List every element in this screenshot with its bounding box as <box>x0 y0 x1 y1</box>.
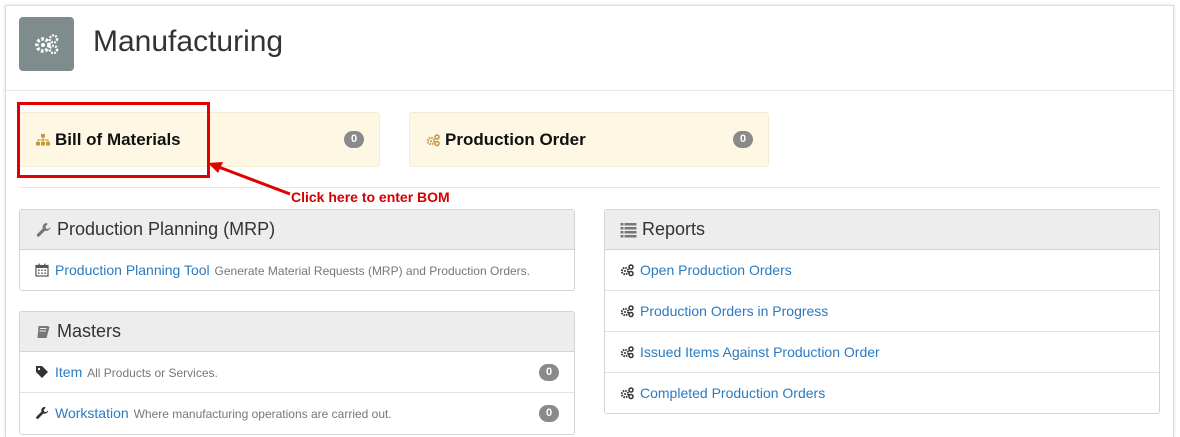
production-planning-tool-link[interactable]: Production Planning Tool <box>55 262 210 278</box>
panel-reports: Reports Open Production Orders Productio… <box>604 209 1160 414</box>
tag-icon <box>36 366 48 378</box>
gears-icon <box>426 134 440 147</box>
list-item: Production Planning Tool Generate Materi… <box>20 250 574 291</box>
gears-icon <box>620 305 634 318</box>
highlight-box <box>17 102 210 178</box>
report-link-production-orders-in-progress[interactable]: Production Orders in Progress <box>640 303 828 319</box>
panel-header: Production Planning (MRP) <box>20 210 574 250</box>
item-link[interactable]: Item <box>55 364 82 380</box>
panel-title: Masters <box>57 321 122 341</box>
module-icon-box <box>19 17 74 71</box>
gears-icon <box>620 387 634 400</box>
annotation-arrow-icon <box>208 162 291 196</box>
calendar-icon <box>35 263 49 277</box>
shortcut-label: Production Order <box>445 130 586 149</box>
manufacturing-page: Manufacturing Bill of Materials 0 Produc… <box>5 5 1174 437</box>
gears-icon <box>34 34 58 55</box>
panel-title: Reports <box>642 219 706 239</box>
list-item: Item All Products or Services. 0 <box>20 352 574 393</box>
list-item: Workstation Where manufacturing operatio… <box>20 393 574 434</box>
report-link-completed-production-orders[interactable]: Completed Production Orders <box>640 385 825 401</box>
panel-header: Reports <box>605 210 1159 250</box>
list-item: Issued Items Against Production Order <box>605 332 1159 373</box>
wrench-icon <box>36 406 49 419</box>
page-title: Manufacturing <box>93 25 284 58</box>
page-header: Manufacturing <box>6 6 1173 91</box>
section-divider <box>20 187 1160 188</box>
item-description: Generate Material Requests (MRP) and Pro… <box>214 264 530 278</box>
workstation-link[interactable]: Workstation <box>55 405 129 421</box>
gears-icon <box>620 264 634 277</box>
wrench-icon <box>36 223 51 237</box>
list-icon <box>620 223 637 238</box>
annotation-text: Click here to enter BOM <box>291 189 450 205</box>
book-icon <box>37 326 50 338</box>
item-description: Where manufacturing operations are carri… <box>133 407 392 421</box>
shortcut-production-order[interactable]: Production Order 0 <box>409 112 769 167</box>
list-item: Completed Production Orders <box>605 373 1159 414</box>
panel-title: Production Planning (MRP) <box>57 219 276 239</box>
count-badge: 0 <box>344 131 364 148</box>
count-badge: 0 <box>539 405 559 422</box>
count-badge: 0 <box>733 131 753 148</box>
panel-masters: Masters Item All Products or Services. 0… <box>19 311 575 435</box>
panel-production-planning: Production Planning (MRP) Production Pla… <box>19 209 575 291</box>
item-description: All Products or Services. <box>87 366 218 380</box>
count-badge: 0 <box>539 364 559 381</box>
report-link-issued-items[interactable]: Issued Items Against Production Order <box>640 344 880 360</box>
list-item: Production Orders in Progress <box>605 291 1159 332</box>
gears-icon <box>620 346 634 359</box>
panel-header: Masters <box>20 312 574 352</box>
list-item: Open Production Orders <box>605 250 1159 291</box>
report-link-open-production-orders[interactable]: Open Production Orders <box>640 262 792 278</box>
